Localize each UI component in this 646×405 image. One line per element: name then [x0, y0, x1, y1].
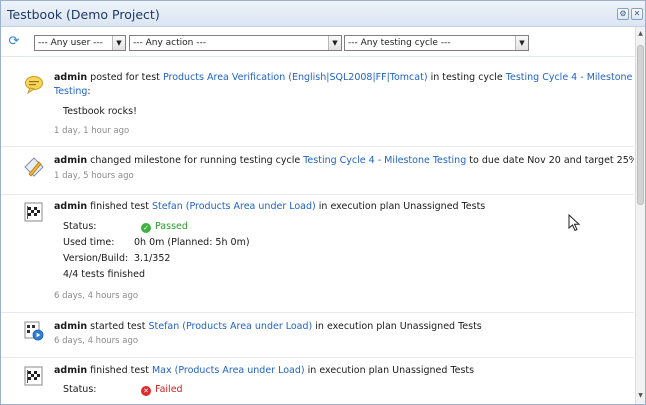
- status-value: Passed: [155, 221, 188, 232]
- start-test-icon: [24, 321, 44, 341]
- chevron-down-icon: ▼: [328, 36, 341, 50]
- user-filter-select[interactable]: --- Any user --- ▼: [34, 35, 126, 51]
- feed-item-text-continued: Testing:: [54, 86, 91, 97]
- feed-item-action-text: in testing cycle: [430, 72, 503, 83]
- feed-item-text: admin finished test Max (Products Area u…: [54, 365, 474, 376]
- feed-item-user: admin: [54, 201, 88, 212]
- status-badge: ✕ Failed: [141, 384, 183, 396]
- status-value: Failed: [155, 384, 183, 395]
- feed-item-punctuation: :: [87, 86, 91, 97]
- feed-item-user: admin: [54, 72, 88, 83]
- version-value: 3.1/352: [134, 253, 171, 264]
- error-icon: ✕: [141, 386, 151, 396]
- check-icon: ✓: [141, 223, 151, 233]
- finish-flag-icon: [24, 202, 43, 222]
- title-bar: Testbook (Demo Project) ⚙ ✕: [1, 1, 645, 27]
- cycle-filter-value: --- Any testing cycle ---: [348, 38, 451, 48]
- feed-item-text: admin finished test Stefan (Products Are…: [54, 201, 485, 212]
- version-label: Version/Build:: [63, 253, 129, 264]
- timestamp: 6 days, 4 hours ago: [54, 291, 139, 301]
- feed-item: admin finished test Stefan (Products Are…: [1, 195, 634, 313]
- milestone-icon: [24, 157, 44, 177]
- feed-item-user: admin: [54, 321, 88, 332]
- window-title: Testbook (Demo Project): [7, 7, 160, 22]
- test-link[interactable]: Stefan (Products Area under Load): [148, 321, 312, 332]
- feed-item-action-text: finished test: [90, 365, 149, 376]
- chevron-down-icon: ▼: [112, 36, 125, 50]
- test-link[interactable]: Products Area Verification (English|SQL2…: [163, 72, 428, 83]
- timestamp: 1 day, 5 hours ago: [54, 171, 134, 181]
- feed-item: admin started test Stefan (Products Area…: [1, 313, 634, 358]
- feed-item-action-text: started test: [90, 321, 146, 332]
- feed-item-action-text: to due date Nov 20 and target 25%: [469, 155, 634, 166]
- feed-item-user: admin: [54, 155, 88, 166]
- comment-text: Testbook rocks!: [63, 106, 137, 117]
- cycle-filter-select[interactable]: --- Any testing cycle --- ▼: [344, 35, 529, 51]
- feed-item: admin finished test Max (Products Area u…: [1, 358, 634, 404]
- test-link[interactable]: Stefan (Products Area under Load): [152, 201, 316, 212]
- mouse-cursor-icon: [568, 214, 581, 232]
- refresh-icon[interactable]: ⟳: [7, 35, 21, 49]
- vertical-scrollbar[interactable]: ▲ ▼: [635, 27, 645, 404]
- feed-item-action-text: in execution plan Unassigned Tests: [307, 365, 475, 376]
- feed-item-action-text: in execution plan Unassigned Tests: [315, 321, 482, 332]
- user-filter-value: --- Any user ---: [38, 38, 103, 48]
- status-label: Status:: [63, 384, 97, 395]
- status-label: Status:: [63, 221, 97, 232]
- used-time-value: 0h 0m (Planned: 5h 0m): [134, 237, 250, 248]
- timestamp: 1 day, 1 hour ago: [54, 126, 130, 136]
- gear-icon[interactable]: ⚙: [617, 8, 629, 20]
- feed-item: admin changed milestone for running test…: [1, 147, 634, 195]
- feed-item-action-text: in execution plan Unassigned Tests: [318, 201, 486, 212]
- chevron-down-icon: ▼: [515, 36, 528, 50]
- testing-cycle-link[interactable]: Testing Cycle 4 - Milestone: [506, 72, 633, 83]
- close-icon[interactable]: ✕: [631, 8, 643, 20]
- scroll-up-icon[interactable]: ▲: [636, 29, 645, 39]
- feed-item-text: admin started test Stefan (Products Area…: [54, 321, 482, 332]
- testing-cycle-link-continued[interactable]: Testing: [54, 86, 87, 97]
- scroll-down-icon[interactable]: ▼: [636, 391, 645, 401]
- feed-item-user: admin: [54, 365, 88, 376]
- action-filter-select[interactable]: --- Any action --- ▼: [129, 35, 342, 51]
- feed-item: admin posted for test Products Area Veri…: [1, 58, 634, 147]
- activity-feed: admin posted for test Products Area Veri…: [1, 58, 634, 404]
- finish-flag-icon: [24, 366, 43, 386]
- used-time-label: Used time:: [63, 237, 115, 248]
- feed-item-action-text: changed milestone for running testing cy…: [90, 155, 301, 166]
- feed-item-action-text: finished test: [90, 201, 149, 212]
- action-filter-value: --- Any action ---: [133, 38, 206, 48]
- testing-cycle-link[interactable]: Testing Cycle 4 - Milestone Testing: [303, 155, 466, 166]
- status-badge: ✓ Passed: [141, 221, 188, 233]
- tests-finished-text: 4/4 tests finished: [63, 269, 146, 280]
- scrollbar-thumb[interactable]: [637, 45, 644, 205]
- filter-toolbar: ⟳ --- Any user --- ▼ --- Any action --- …: [1, 27, 637, 57]
- timestamp: 6 days, 4 hours ago: [54, 336, 139, 346]
- feed-item-action-text: posted for test: [90, 72, 160, 83]
- feed-item-text: admin changed milestone for running test…: [54, 155, 634, 166]
- comment-icon: [25, 76, 43, 94]
- testbook-window: Testbook (Demo Project) ⚙ ✕ ⟳ --- Any us…: [0, 0, 646, 405]
- test-link[interactable]: Max (Products Area under Load): [152, 365, 305, 376]
- feed-item-text: admin posted for test Products Area Veri…: [54, 72, 632, 83]
